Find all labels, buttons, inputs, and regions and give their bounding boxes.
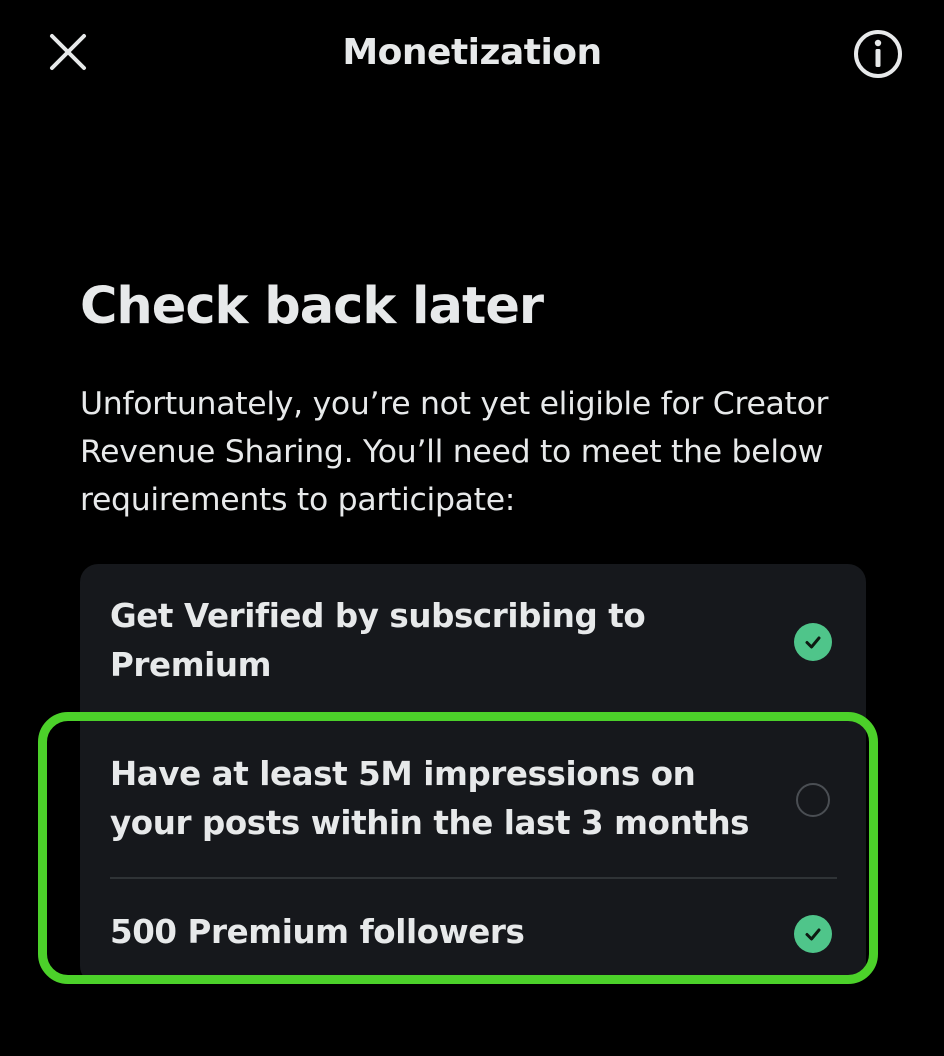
empty-circle-icon [796,783,830,817]
requirement-row-followers: 500 Premium followers [80,882,866,982]
requirement-row-impressions: Have at least 5M impressions on your pos… [80,734,866,874]
requirement-status [793,622,833,662]
eligibility-description: Unfortunately, you’re not yet eligible f… [80,386,829,518]
page-title: Monetization [342,32,602,73]
divider [110,877,837,879]
requirement-label: 500 Premium followers [110,913,525,951]
check-circle-icon [794,623,832,661]
top-bar: Monetization [0,0,944,110]
check-circle-icon [794,915,832,953]
requirement-status [793,914,833,954]
requirements-card: Get Verified by subscribing to Premium H… [80,564,866,984]
requirement-label: Have at least 5M impressions on your pos… [110,755,750,842]
requirement-status [793,780,833,820]
info-button[interactable] [850,26,906,82]
info-icon [854,30,902,78]
requirement-row-verified: Get Verified by subscribing to Premium [80,564,866,712]
requirement-label: Get Verified by subscribing to Premium [110,597,646,684]
monetization-screen: Monetization Check back later Unfortunat… [0,0,944,1056]
heading: Check back later [80,277,544,336]
